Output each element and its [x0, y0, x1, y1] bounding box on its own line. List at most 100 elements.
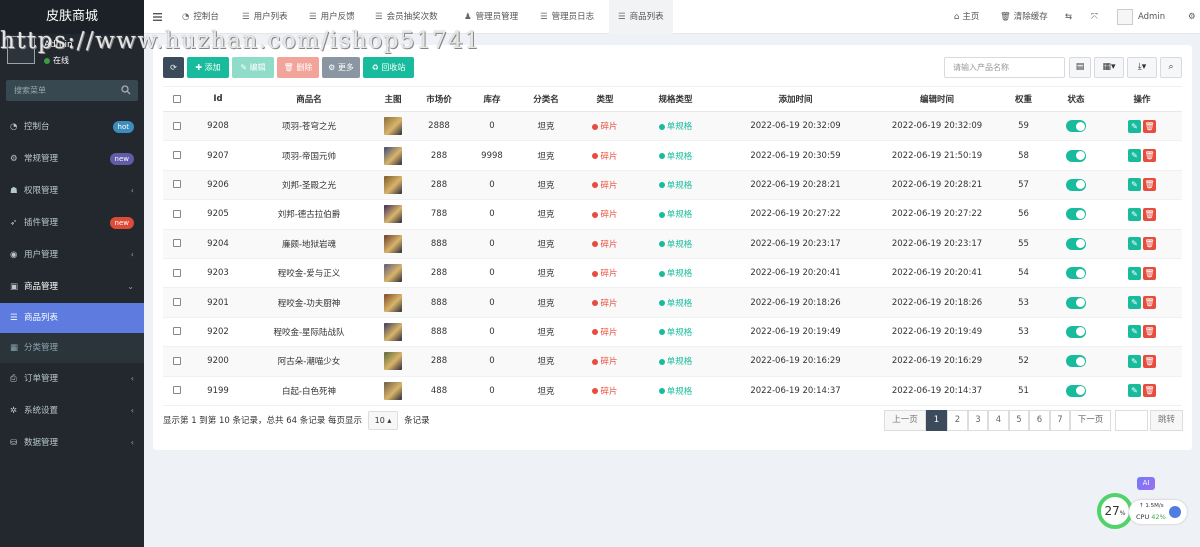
- table-row[interactable]: 9206 刘邦-圣殿之光 288 0 坦克 碎片 单规格 2022-06-19 20:28:2…: [163, 170, 1182, 201]
- cell-image[interactable]: [373, 229, 413, 259]
- row-checkbox[interactable]: [163, 170, 191, 201]
- edit-row-button[interactable]: ✎: [1128, 354, 1141, 368]
- delete-row-button[interactable]: 🗑: [1143, 354, 1156, 368]
- product-thumbnail[interactable]: [384, 293, 402, 312]
- row-checkbox[interactable]: [163, 140, 191, 171]
- delete-row-button[interactable]: 🗑: [1143, 119, 1156, 133]
- next-page-button[interactable]: 下一页: [1070, 410, 1111, 431]
- edit-row-button[interactable]: ✎: [1128, 207, 1141, 221]
- product-thumbnail[interactable]: [384, 205, 402, 224]
- cell-image[interactable]: [373, 111, 413, 142]
- product-thumbnail[interactable]: [384, 352, 402, 371]
- table-row[interactable]: 9207 项羽-帝国元帅 288 9998 坦克 碎片 单规格 2022-06-19 20:3…: [163, 140, 1182, 171]
- edit-button[interactable]: ✎ 编辑: [232, 57, 274, 78]
- page-5[interactable]: 5: [1009, 410, 1029, 431]
- row-checkbox[interactable]: [163, 346, 191, 377]
- col-name[interactable]: 商品名: [245, 86, 373, 112]
- cell-image[interactable]: [373, 376, 413, 406]
- more-button[interactable]: ⚙ 更多: [322, 57, 360, 78]
- cell-image[interactable]: [373, 170, 413, 201]
- refresh-button[interactable]: ⟳: [163, 57, 184, 78]
- home-link[interactable]: ⌂ 主页: [954, 0, 979, 34]
- page-3[interactable]: 3: [968, 410, 988, 431]
- delete-row-button[interactable]: 🗑: [1143, 266, 1156, 280]
- edit-row-button[interactable]: ✎: [1128, 149, 1141, 163]
- delete-button[interactable]: 🗑 删除: [277, 57, 319, 78]
- edit-row-button[interactable]: ✎: [1128, 237, 1141, 251]
- delete-row-button[interactable]: 🗑: [1143, 384, 1156, 398]
- product-thumbnail[interactable]: [384, 264, 402, 283]
- status-toggle[interactable]: [1066, 178, 1086, 191]
- delete-row-button[interactable]: 🗑: [1143, 296, 1156, 310]
- row-checkbox[interactable]: [163, 317, 191, 348]
- sidebar-item-general[interactable]: ⚙ 常规管理 new: [0, 143, 144, 175]
- search-icon[interactable]: [121, 85, 131, 98]
- page-size-select[interactable]: 10 ▴: [367, 411, 399, 430]
- sidebar-item-product-list[interactable]: ☰ 商品列表: [0, 303, 144, 333]
- product-thumbnail[interactable]: [384, 381, 402, 400]
- col-status[interactable]: 状态: [1050, 86, 1102, 112]
- edit-row-button[interactable]: ✎: [1128, 384, 1141, 398]
- col-added[interactable]: 添加时间: [714, 86, 877, 112]
- ai-badge[interactable]: AI: [1137, 477, 1155, 490]
- product-thumbnail[interactable]: [384, 117, 402, 136]
- table-row[interactable]: 9203 程咬金-爱与正义 288 0 坦克 碎片 单规格 2022-06-19 20:20:…: [163, 258, 1182, 289]
- columns-button[interactable]: ▦▾: [1094, 57, 1124, 78]
- status-toggle[interactable]: [1066, 325, 1086, 338]
- status-toggle[interactable]: [1066, 120, 1086, 133]
- fullscreen-icon[interactable]: ⤧: [1091, 0, 1098, 34]
- row-checkbox[interactable]: [163, 258, 191, 289]
- search-input[interactable]: [944, 57, 1065, 78]
- jump-page-input[interactable]: [1115, 410, 1148, 431]
- settings-icon[interactable]: ⚙: [1188, 0, 1196, 34]
- col-image[interactable]: 主图: [373, 86, 413, 112]
- accelerator-icon[interactable]: [1169, 506, 1181, 518]
- table-row[interactable]: 9201 程咬金-功夫厨神 888 0 坦克 碎片 单规格 2022-06-19 20:18:…: [163, 287, 1182, 318]
- sidebar-item-users[interactable]: ◉ 用户管理 ‹: [0, 239, 144, 271]
- cell-image[interactable]: [373, 199, 413, 230]
- admin-menu[interactable]: Admin: [1117, 0, 1165, 34]
- sidebar-item-orders[interactable]: ⎙ 订单管理 ‹: [0, 363, 144, 395]
- edit-row-button[interactable]: ✎: [1128, 119, 1141, 133]
- sidebar-item-dashboard[interactable]: ◔ 控制台 hot: [0, 111, 144, 143]
- prev-page-button[interactable]: 上一页: [884, 410, 926, 431]
- col-stock[interactable]: 库存: [465, 86, 519, 112]
- row-checkbox[interactable]: [163, 199, 191, 230]
- product-thumbnail[interactable]: [384, 322, 402, 341]
- cell-image[interactable]: [373, 287, 413, 318]
- page-1[interactable]: 1: [926, 410, 947, 431]
- sidebar-item-addons[interactable]: ➶ 插件管理 new: [0, 207, 144, 239]
- table-row[interactable]: 9200 阿古朵-潮喵少女 288 0 坦克 碎片 单规格 2022-06-19 20:16:…: [163, 346, 1182, 377]
- edit-row-button[interactable]: ✎: [1128, 266, 1141, 280]
- sidebar-item-settings[interactable]: ✲ 系统设置 ‹: [0, 395, 144, 427]
- status-toggle[interactable]: [1066, 296, 1086, 309]
- sidebar-item-products[interactable]: ▣ 商品管理 ⌄: [0, 271, 144, 303]
- table-row[interactable]: 9208 项羽-苍穹之光 2888 0 坦克 碎片 单规格 2022-06-19 20:32:…: [163, 111, 1182, 142]
- status-toggle[interactable]: [1066, 355, 1086, 368]
- table-row[interactable]: 9204 廉颇-地狱岩魂 888 0 坦克 碎片 单规格 2022-06-19 20:23:1…: [163, 229, 1182, 259]
- sidebar-item-auth[interactable]: ☗ 权限管理 ‹: [0, 175, 144, 207]
- status-toggle[interactable]: [1066, 237, 1086, 250]
- menu-search-input[interactable]: [6, 80, 118, 101]
- col-spec[interactable]: 规格类型: [637, 86, 714, 112]
- col-type[interactable]: 类型: [573, 86, 637, 112]
- page-7[interactable]: 7: [1050, 410, 1070, 431]
- row-checkbox[interactable]: [163, 376, 191, 406]
- edit-row-button[interactable]: ✎: [1128, 296, 1141, 310]
- sidebar-item-category[interactable]: ▦ 分类管理: [0, 333, 144, 363]
- delete-row-button[interactable]: 🗑: [1143, 325, 1156, 339]
- cell-image[interactable]: [373, 317, 413, 348]
- sidebar-item-data[interactable]: ⛁ 数据管理 ‹: [0, 427, 144, 459]
- row-checkbox[interactable]: [163, 287, 191, 318]
- edit-row-button[interactable]: ✎: [1128, 325, 1141, 339]
- product-thumbnail[interactable]: [384, 175, 402, 194]
- row-checkbox[interactable]: [163, 111, 191, 142]
- tab-admin-log[interactable]: ☰ 管理员日志: [532, 0, 602, 34]
- delete-row-button[interactable]: 🗑: [1143, 237, 1156, 251]
- toggle-view-button[interactable]: ▤: [1069, 57, 1091, 78]
- table-row[interactable]: 9202 程咬金-星际陆战队 888 0 坦克 碎片 单规格 2022-06-19 20:19…: [163, 317, 1182, 348]
- search-button[interactable]: ⌕: [1160, 57, 1182, 78]
- cell-image[interactable]: [373, 258, 413, 289]
- col-weight[interactable]: 权重: [997, 86, 1050, 112]
- edit-row-button[interactable]: ✎: [1128, 178, 1141, 192]
